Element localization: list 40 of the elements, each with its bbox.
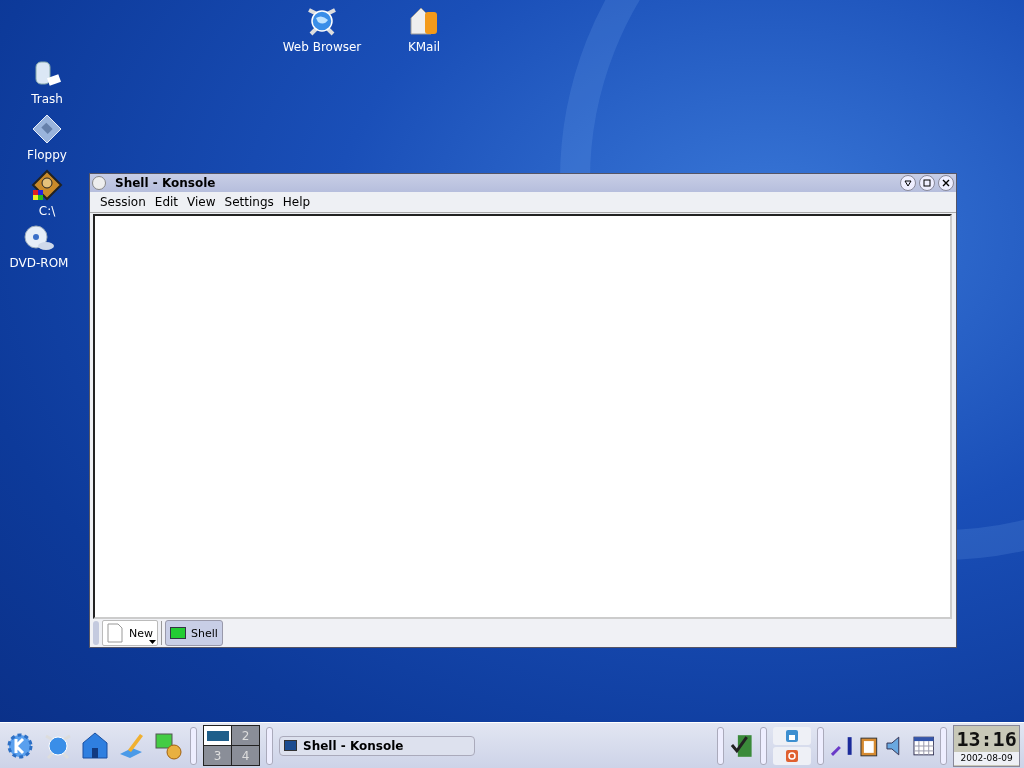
window-icon xyxy=(284,740,297,751)
lock-screen-button[interactable] xyxy=(772,726,811,745)
desktop-icon-label[interactable]: C:\ xyxy=(38,204,56,218)
applet-handle[interactable] xyxy=(940,726,948,765)
desktop-icon-label[interactable]: Trash xyxy=(31,92,63,106)
pager-desktop[interactable] xyxy=(204,726,231,745)
maximize-button[interactable] xyxy=(919,175,935,191)
clock-date: 2002-08-09 xyxy=(954,751,1019,765)
applet-handle[interactable] xyxy=(717,726,725,765)
applet-handle[interactable] xyxy=(190,726,197,765)
power-icon xyxy=(784,748,799,763)
desktop-icon-label[interactable]: KMail xyxy=(407,40,441,54)
clock-time: 13:16 xyxy=(956,725,1017,752)
close-icon xyxy=(942,179,950,187)
triangle-down-icon xyxy=(904,179,912,187)
session-tab[interactable]: Shell xyxy=(165,620,223,646)
shade-button[interactable] xyxy=(900,175,916,191)
close-button[interactable] xyxy=(938,175,954,191)
logout-button[interactable] xyxy=(772,746,811,765)
window-menu-icon[interactable] xyxy=(92,176,106,190)
calendar-icon[interactable] xyxy=(912,734,935,757)
blank-page-icon xyxy=(107,623,123,643)
window-title: Shell - Konsole xyxy=(114,176,217,190)
clipboard-icon[interactable] xyxy=(859,734,879,757)
maximize-icon xyxy=(923,179,931,187)
dropdown-arrow-icon xyxy=(149,640,156,644)
taskbar-task[interactable]: Shell - Konsole xyxy=(279,735,475,756)
desktop-icon-label[interactable]: DVD-ROM xyxy=(9,256,69,270)
clock-panel[interactable]: 13:16 2002-08-09 xyxy=(953,724,1020,767)
applet-handle[interactable] xyxy=(759,726,767,765)
applet-handle[interactable] xyxy=(816,726,824,765)
checklist-icon[interactable] xyxy=(730,732,754,759)
desktop-icon-label[interactable]: Web Browser xyxy=(282,40,362,54)
new-session-button[interactable]: New xyxy=(102,620,158,646)
terminal-icon xyxy=(170,627,186,639)
lock-icon xyxy=(784,728,799,743)
toolbar-handle[interactable] xyxy=(93,621,99,645)
applet-handle[interactable] xyxy=(266,726,273,765)
desktop-icon-label[interactable]: Floppy xyxy=(27,148,67,162)
floppy-icon[interactable] xyxy=(30,112,64,146)
